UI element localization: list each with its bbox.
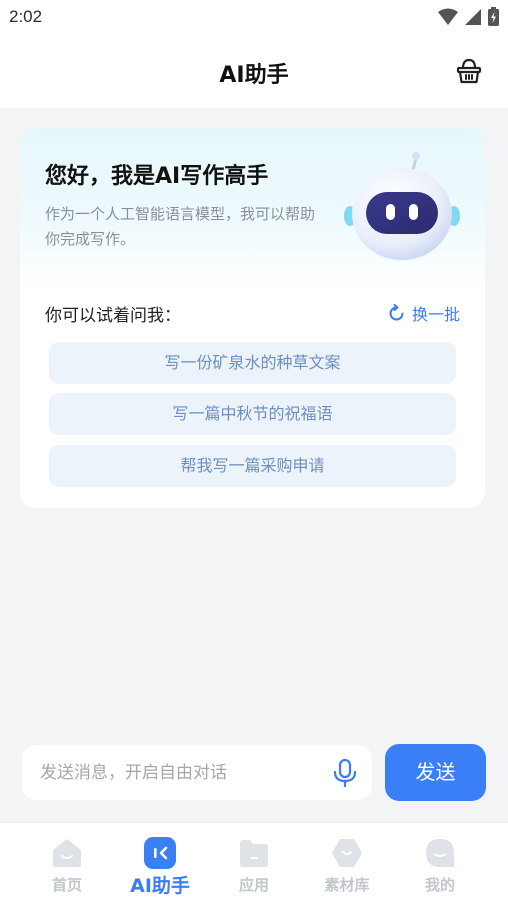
page-title: AI助手 [219,63,289,88]
battery-icon [488,7,499,26]
microphone-icon[interactable] [332,759,358,787]
suggestion-chip[interactable]: 帮我写一篇采购申请 [49,445,456,487]
tab-materials[interactable]: 素材库 [297,823,397,904]
suggestion-chip[interactable]: 写一篇中秋节的祝福语 [49,393,456,435]
ai-assistant-icon [144,837,176,869]
signal-icon [465,8,481,25]
refresh-label: 换一批 [411,305,460,324]
apps-icon [240,840,268,867]
tab-ai-assistant[interactable]: AI助手 [110,823,210,904]
tab-label: 我的 [424,876,455,894]
app-header: AI助手 [0,34,508,108]
robot-mascot-icon [344,152,460,262]
refresh-icon [389,303,404,320]
message-input[interactable] [40,745,320,800]
greeting-description: 作为一个人工智能语言模型，我可以帮助你完成写作。 [45,205,316,248]
suggestion-chip[interactable]: 写一份矿泉水的种草文案 [49,342,456,384]
status-icons [438,7,499,26]
tab-label: AI助手 [130,875,190,897]
tab-home[interactable]: 首页 [17,823,117,904]
suggestions-label: 你可以试着问我： [45,306,181,326]
bottom-tab-bar: 首页 AI助手 应用 素材库 我的 [0,822,508,904]
greeting-card: 您好，我是AI写作高手 作为一个人工智能语言模型，我可以帮助你完成写作。 你可以… [20,128,485,508]
tab-label: 应用 [238,876,269,894]
status-bar: 2:02 [0,0,508,34]
home-icon [53,839,81,867]
refresh-suggestions-button[interactable]: 换一批 [387,301,460,325]
tab-profile[interactable]: 我的 [390,823,490,904]
tab-label: 素材库 [324,876,370,894]
profile-icon [426,839,454,867]
wifi-icon [438,8,458,25]
status-time: 2:02 [9,7,43,26]
tab-label: 首页 [51,876,82,894]
tab-apps[interactable]: 应用 [204,823,304,904]
materials-icon [332,839,362,867]
send-button[interactable]: 发送 [385,744,486,801]
greeting-title: 您好，我是AI写作高手 [45,164,269,189]
basket-icon[interactable] [456,58,482,84]
message-input-box [22,745,372,800]
